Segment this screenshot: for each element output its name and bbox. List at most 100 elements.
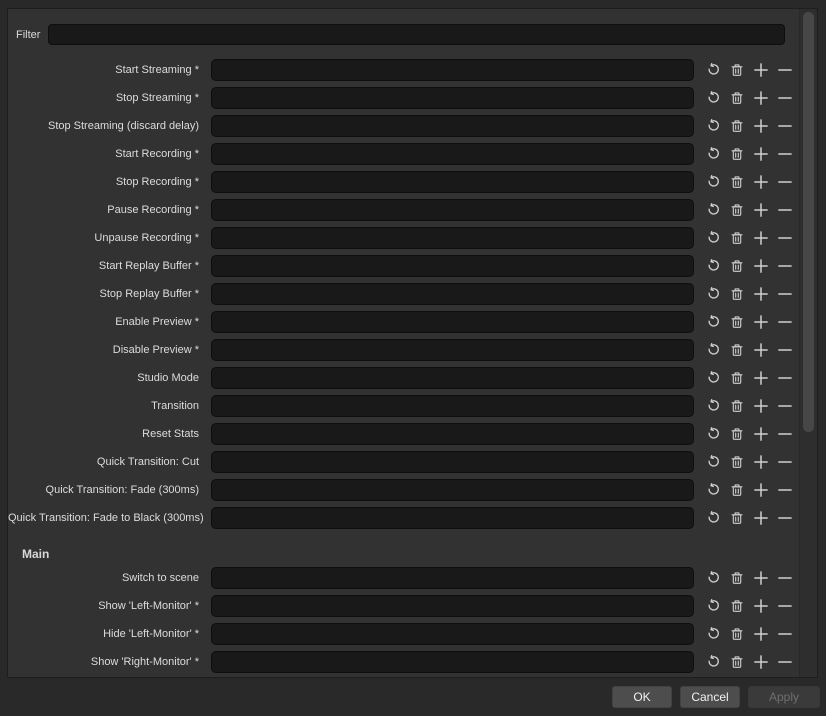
trash-icon[interactable] — [727, 144, 747, 164]
minus-icon[interactable] — [775, 116, 795, 136]
hotkey-input[interactable] — [211, 227, 694, 249]
undo-icon[interactable] — [703, 312, 723, 332]
undo-icon[interactable] — [703, 452, 723, 472]
plus-icon[interactable] — [751, 596, 771, 616]
trash-icon[interactable] — [727, 60, 747, 80]
undo-icon[interactable] — [703, 256, 723, 276]
undo-icon[interactable] — [703, 284, 723, 304]
minus-icon[interactable] — [775, 144, 795, 164]
minus-icon[interactable] — [775, 452, 795, 472]
undo-icon[interactable] — [703, 424, 723, 444]
vertical-scrollbar[interactable] — [799, 9, 817, 677]
hotkey-input[interactable] — [211, 87, 694, 109]
hotkey-input[interactable] — [211, 143, 694, 165]
hotkey-input[interactable] — [211, 283, 694, 305]
hotkey-input[interactable] — [211, 451, 694, 473]
filter-input[interactable] — [48, 24, 785, 45]
plus-icon[interactable] — [751, 144, 771, 164]
minus-icon[interactable] — [775, 284, 795, 304]
plus-icon[interactable] — [751, 312, 771, 332]
plus-icon[interactable] — [751, 508, 771, 528]
minus-icon[interactable] — [775, 508, 795, 528]
trash-icon[interactable] — [727, 228, 747, 248]
undo-icon[interactable] — [703, 596, 723, 616]
trash-icon[interactable] — [727, 368, 747, 388]
minus-icon[interactable] — [775, 652, 795, 672]
trash-icon[interactable] — [727, 396, 747, 416]
undo-icon[interactable] — [703, 228, 723, 248]
trash-icon[interactable] — [727, 596, 747, 616]
minus-icon[interactable] — [775, 312, 795, 332]
hotkey-input[interactable] — [211, 339, 694, 361]
trash-icon[interactable] — [727, 200, 747, 220]
undo-icon[interactable] — [703, 60, 723, 80]
minus-icon[interactable] — [775, 172, 795, 192]
cancel-button[interactable]: Cancel — [680, 686, 740, 708]
minus-icon[interactable] — [775, 228, 795, 248]
hotkey-input[interactable] — [211, 479, 694, 501]
undo-icon[interactable] — [703, 172, 723, 192]
trash-icon[interactable] — [727, 568, 747, 588]
undo-icon[interactable] — [703, 396, 723, 416]
undo-icon[interactable] — [703, 116, 723, 136]
hotkey-input[interactable] — [211, 115, 694, 137]
plus-icon[interactable] — [751, 568, 771, 588]
plus-icon[interactable] — [751, 480, 771, 500]
scrollbar-thumb[interactable] — [803, 12, 814, 432]
trash-icon[interactable] — [727, 508, 747, 528]
undo-icon[interactable] — [703, 144, 723, 164]
plus-icon[interactable] — [751, 652, 771, 672]
hotkey-input[interactable] — [211, 59, 694, 81]
minus-icon[interactable] — [775, 480, 795, 500]
hotkey-input[interactable] — [211, 255, 694, 277]
trash-icon[interactable] — [727, 312, 747, 332]
hotkey-input[interactable] — [211, 199, 694, 221]
undo-icon[interactable] — [703, 340, 723, 360]
hotkey-input[interactable] — [211, 567, 694, 589]
undo-icon[interactable] — [703, 480, 723, 500]
trash-icon[interactable] — [727, 480, 747, 500]
minus-icon[interactable] — [775, 60, 795, 80]
trash-icon[interactable] — [727, 652, 747, 672]
plus-icon[interactable] — [751, 200, 771, 220]
undo-icon[interactable] — [703, 508, 723, 528]
minus-icon[interactable] — [775, 256, 795, 276]
plus-icon[interactable] — [751, 172, 771, 192]
minus-icon[interactable] — [775, 368, 795, 388]
plus-icon[interactable] — [751, 116, 771, 136]
undo-icon[interactable] — [703, 652, 723, 672]
hotkey-input[interactable] — [211, 423, 694, 445]
hotkey-input[interactable] — [211, 311, 694, 333]
minus-icon[interactable] — [775, 340, 795, 360]
trash-icon[interactable] — [727, 88, 747, 108]
minus-icon[interactable] — [775, 596, 795, 616]
undo-icon[interactable] — [703, 368, 723, 388]
undo-icon[interactable] — [703, 88, 723, 108]
hotkey-input[interactable] — [211, 171, 694, 193]
plus-icon[interactable] — [751, 88, 771, 108]
plus-icon[interactable] — [751, 60, 771, 80]
plus-icon[interactable] — [751, 228, 771, 248]
plus-icon[interactable] — [751, 624, 771, 644]
trash-icon[interactable] — [727, 424, 747, 444]
plus-icon[interactable] — [751, 340, 771, 360]
minus-icon[interactable] — [775, 568, 795, 588]
undo-icon[interactable] — [703, 568, 723, 588]
minus-icon[interactable] — [775, 88, 795, 108]
trash-icon[interactable] — [727, 340, 747, 360]
minus-icon[interactable] — [775, 624, 795, 644]
hotkey-input[interactable] — [211, 367, 694, 389]
trash-icon[interactable] — [727, 624, 747, 644]
undo-icon[interactable] — [703, 200, 723, 220]
hotkey-input[interactable] — [211, 395, 694, 417]
trash-icon[interactable] — [727, 284, 747, 304]
plus-icon[interactable] — [751, 368, 771, 388]
plus-icon[interactable] — [751, 256, 771, 276]
hotkey-input[interactable] — [211, 507, 694, 529]
plus-icon[interactable] — [751, 424, 771, 444]
undo-icon[interactable] — [703, 624, 723, 644]
apply-button[interactable]: Apply — [748, 686, 820, 708]
plus-icon[interactable] — [751, 396, 771, 416]
hotkey-input[interactable] — [211, 595, 694, 617]
ok-button[interactable]: OK — [612, 686, 672, 708]
